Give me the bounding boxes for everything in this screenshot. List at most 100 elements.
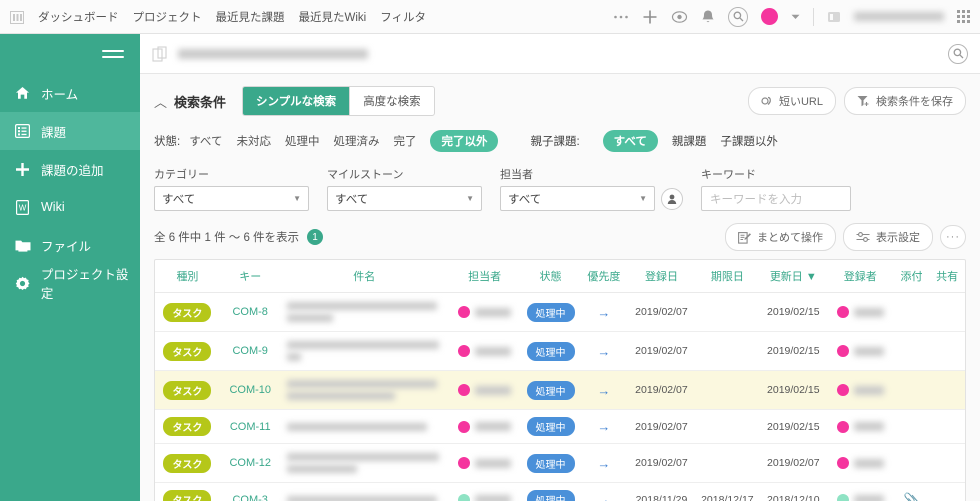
parent-option-parent[interactable]: 親課題 (672, 133, 707, 149)
assignee-select[interactable]: すべて ▼ (500, 186, 655, 211)
sidebar-item-files[interactable]: ファイル (0, 226, 140, 264)
display-settings-button-top[interactable]: 表示設定 (843, 223, 933, 251)
col-type[interactable]: 種別 (155, 260, 220, 293)
parent-option-exclude-child[interactable]: 子課題以外 (720, 133, 778, 149)
grid-apps-icon[interactable] (957, 10, 970, 23)
nav-dashboard[interactable]: ダッシュボード (38, 9, 119, 25)
cell-type: タスク (155, 483, 220, 501)
col-attachment[interactable]: 添付 (893, 260, 930, 293)
cell-updated: 2019/02/15 (759, 292, 827, 332)
col-due[interactable]: 期限日 (694, 260, 760, 293)
col-priority[interactable]: 優先度 (579, 260, 628, 293)
status-option-all[interactable]: すべて (189, 133, 222, 149)
milestone-value: すべて (335, 193, 369, 206)
plus-icon[interactable] (642, 9, 658, 25)
save-search-condition-button[interactable]: 検索条件を保存 (844, 87, 966, 115)
keyword-input[interactable]: キーワードを入力 (701, 186, 851, 211)
short-url-button[interactable]: 短いURL (747, 87, 836, 115)
nav-filter[interactable]: フィルタ (380, 9, 426, 25)
type-badge: タスク (163, 302, 212, 322)
chevron-down-icon[interactable] (791, 14, 800, 20)
cell-assignee (448, 409, 522, 444)
col-status[interactable]: 状態 (521, 260, 580, 293)
cell-assignee (448, 331, 522, 371)
priority-arrow-right-icon: → (579, 292, 628, 332)
assignee-value: すべて (508, 193, 542, 206)
cell-key[interactable]: COM-9 (219, 331, 281, 371)
tab-advanced-search[interactable]: 高度な検索 (349, 87, 434, 115)
divider (813, 7, 814, 26)
hamburger-icon[interactable] (0, 34, 140, 74)
milestone-select[interactable]: すべて ▼ (327, 186, 482, 211)
table-row[interactable]: タスク COM-3 処理中 → 2018/11/29 2018/12/17 20… (155, 483, 965, 501)
type-badge: タスク (163, 417, 212, 436)
tab-simple-search[interactable]: シンプルな検索 (243, 87, 350, 115)
cell-shared (929, 483, 965, 501)
ellipsis-icon[interactable] (613, 14, 629, 20)
chevron-up-icon[interactable]: ︿ (154, 92, 167, 111)
chevron-down-icon: ▼ (639, 194, 647, 203)
type-badge: タスク (163, 453, 212, 473)
backlog-logo-icon[interactable] (0, 9, 34, 25)
category-value: すべて (162, 193, 196, 206)
page-badge-top[interactable]: 1 (307, 229, 324, 245)
cell-subject[interactable] (280, 443, 448, 483)
sidebar-item-issues[interactable]: 課題 (0, 112, 140, 150)
cell-key[interactable]: COM-12 (219, 443, 281, 483)
bell-icon[interactable] (701, 9, 715, 25)
assignee-label: 担当者 (500, 169, 533, 181)
cell-subject[interactable] (280, 370, 448, 410)
cell-subject[interactable] (280, 409, 448, 444)
user-avatar[interactable] (761, 8, 778, 25)
table-row[interactable]: タスク COM-9 処理中 → 2019/02/07 2019/02/15 (155, 331, 965, 371)
eye-icon[interactable] (671, 10, 688, 24)
avatar (836, 345, 849, 357)
table-row[interactable]: タスク COM-11 処理中 → 2019/02/07 2019/02/15 (155, 409, 965, 444)
cell-key[interactable]: COM-10 (219, 370, 281, 410)
status-option-inprogress[interactable]: 処理中 (285, 133, 320, 149)
priority-arrow-right-icon: → (579, 443, 628, 483)
category-select[interactable]: すべて ▼ (154, 186, 309, 211)
col-creator[interactable]: 登録者 (826, 260, 894, 293)
col-created[interactable]: 登録日 (627, 260, 695, 293)
col-shared[interactable]: 共有 (929, 260, 965, 293)
bulk-edit-icon (738, 231, 751, 244)
cell-subject[interactable] (280, 331, 448, 371)
table-row[interactable]: タスク COM-12 処理中 → 2019/02/07 2019/02/07 (155, 443, 965, 483)
nav-recent-wiki[interactable]: 最近見たWiki (299, 9, 367, 25)
search-icon[interactable] (728, 6, 748, 27)
sidebar-item-wiki[interactable]: W Wiki (0, 188, 140, 226)
cell-due (694, 370, 760, 410)
sidebar-item-add-issue[interactable]: 課題の追加 (0, 150, 140, 188)
status-option-open[interactable]: 未対応 (236, 133, 271, 149)
cell-assignee (448, 483, 521, 501)
project-search-icon[interactable] (948, 43, 968, 64)
col-subject[interactable]: 件名 (280, 260, 448, 293)
col-key[interactable]: キー (219, 260, 281, 293)
cell-key[interactable]: COM-3 (220, 483, 281, 501)
nav-project[interactable]: プロジェクト (133, 9, 202, 25)
cell-subject[interactable] (281, 483, 448, 501)
more-options-button-top[interactable]: ··· (940, 225, 966, 249)
status-option-resolved[interactable]: 処理済み (333, 133, 379, 149)
bulk-operation-button-top[interactable]: まとめて操作 (725, 223, 836, 251)
sidebar-item-project-settings[interactable]: プロジェクト設定 (0, 264, 140, 302)
table-row[interactable]: タスク COM-10 処理中 → 2019/02/07 2019/02/15 (155, 370, 965, 410)
sidebar-item-home[interactable]: ホーム (0, 74, 140, 112)
table-row[interactable]: タスク COM-8 処理中 → 2019/02/07 2019/02/15 (155, 292, 965, 332)
col-assignee[interactable]: 担当者 (448, 260, 522, 293)
parent-option-all[interactable]: すべて (602, 130, 658, 152)
nav-recent-issues[interactable]: 最近見た課題 (216, 9, 285, 25)
project-name-masked[interactable] (178, 48, 368, 59)
cell-status: 処理中 (521, 409, 580, 444)
cell-status: 処理中 (521, 370, 580, 410)
cell-key[interactable]: COM-11 (219, 409, 281, 444)
status-option-not-closed[interactable]: 完了以外 (430, 130, 499, 152)
cell-key[interactable]: COM-8 (219, 292, 281, 332)
global-actions (613, 6, 980, 27)
keyword-label: キーワード (701, 169, 756, 181)
user-icon[interactable] (661, 188, 683, 210)
cell-subject[interactable] (280, 292, 448, 332)
col-updated[interactable]: 更新日 ▼ (759, 260, 827, 293)
status-option-closed[interactable]: 完了 (393, 133, 416, 149)
